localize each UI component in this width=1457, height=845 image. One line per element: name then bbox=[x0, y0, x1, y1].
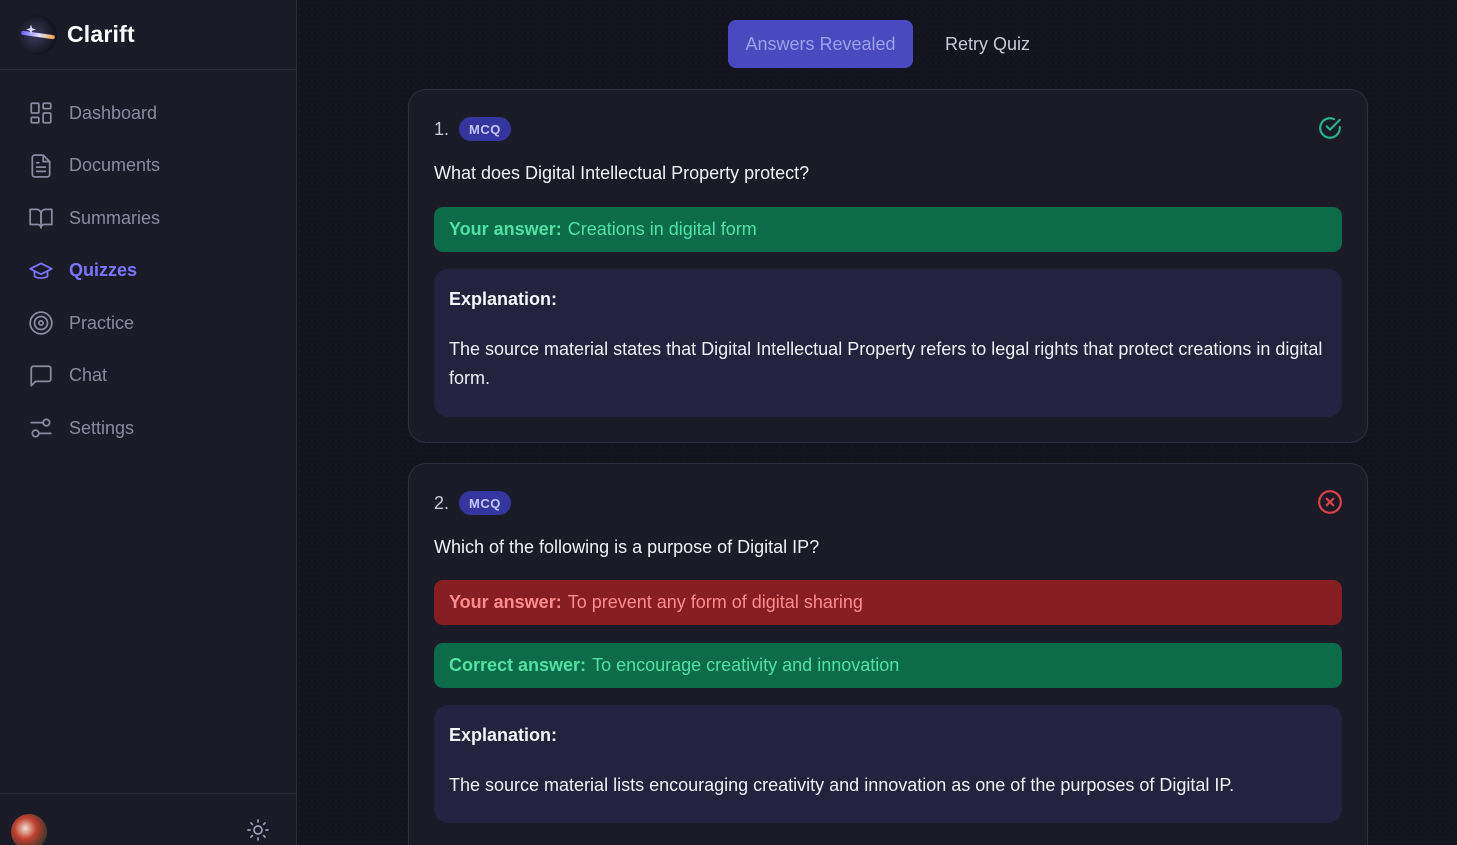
question-type-badge: MCQ bbox=[459, 491, 511, 515]
sidebar-item-label: Quizzes bbox=[69, 260, 138, 281]
sidebar-nav: Dashboard Documents Summaries Quizzes Pr… bbox=[0, 70, 296, 455]
question-card: 1. MCQ What does Digital Intellectual Pr… bbox=[408, 89, 1368, 443]
explanation-text: The source material lists encouraging cr… bbox=[449, 775, 1235, 795]
your-answer-label: Your answer: bbox=[449, 592, 562, 612]
sidebar-item-practice[interactable]: Practice bbox=[0, 297, 296, 350]
sidebar: Clarift Dashboard Documents Summaries Qu… bbox=[0, 0, 297, 845]
your-answer-value: To prevent any form of digital sharing bbox=[567, 592, 863, 612]
sidebar-item-label: Practice bbox=[69, 312, 135, 333]
sidebar-item-label: Dashboard bbox=[69, 102, 158, 123]
sidebar-item-chat[interactable]: Chat bbox=[0, 350, 296, 403]
question-type-badge: MCQ bbox=[459, 117, 511, 141]
correct-answer-box: Correct answer: To encourage creativity … bbox=[434, 643, 1342, 688]
theme-toggle-button[interactable] bbox=[246, 818, 270, 845]
avatar[interactable] bbox=[11, 814, 47, 845]
explanation-title: Explanation: bbox=[449, 725, 558, 745]
sidebar-item-dashboard[interactable]: Dashboard bbox=[0, 87, 296, 140]
question-number: 1. bbox=[434, 118, 450, 139]
graduation-cap-icon bbox=[28, 258, 54, 284]
brand[interactable]: Clarift bbox=[0, 0, 296, 70]
logo-icon bbox=[17, 14, 57, 55]
retry-quiz-button[interactable]: Retry Quiz bbox=[929, 20, 1046, 68]
question-text: What does Digital Intellectual Property … bbox=[434, 163, 810, 183]
x-circle-icon bbox=[1317, 489, 1343, 515]
quiz-toolbar: Answers Revealed Retry Quiz bbox=[728, 20, 1046, 68]
question-text: Which of the following is a purpose of D… bbox=[434, 537, 820, 557]
app-root: Clarift Dashboard Documents Summaries Qu… bbox=[0, 0, 1457, 845]
app-name: Clarift bbox=[67, 21, 135, 47]
sidebar-item-summaries[interactable]: Summaries bbox=[0, 192, 296, 245]
dashboard-icon bbox=[28, 100, 54, 126]
sidebar-item-label: Documents bbox=[69, 155, 161, 176]
sidebar-item-label: Settings bbox=[69, 417, 135, 438]
sliders-icon bbox=[28, 415, 54, 441]
sidebar-item-settings[interactable]: Settings bbox=[0, 402, 296, 455]
question-card: 2. MCQ Which of the following is a purpo… bbox=[408, 463, 1368, 845]
check-circle-icon bbox=[1317, 115, 1343, 141]
sidebar-item-label: Summaries bbox=[69, 207, 161, 228]
your-answer-box: Your answer: To prevent any form of digi… bbox=[434, 580, 1342, 625]
question-header: 1. MCQ bbox=[434, 117, 511, 141]
correct-answer-value: To encourage creativity and innovation bbox=[592, 655, 900, 675]
your-answer-value: Creations in digital form bbox=[567, 219, 757, 239]
book-icon bbox=[28, 205, 54, 231]
your-answer-box: Your answer: Creations in digital form bbox=[434, 207, 1342, 252]
sidebar-item-quizzes[interactable]: Quizzes bbox=[0, 245, 296, 298]
explanation-box: Explanation: The source material lists e… bbox=[434, 705, 1342, 823]
question-header: 2. MCQ bbox=[434, 491, 511, 515]
quiz-results-panel: Answers Revealed Retry Quiz 1. MCQ What … bbox=[297, 0, 1457, 845]
explanation-text: The source material states that Digital … bbox=[449, 339, 1323, 388]
sun-icon bbox=[246, 818, 270, 845]
document-icon bbox=[28, 153, 54, 179]
sidebar-footer bbox=[0, 793, 296, 845]
chat-icon bbox=[28, 363, 54, 389]
sidebar-item-label: Chat bbox=[69, 365, 108, 386]
sidebar-item-documents[interactable]: Documents bbox=[0, 140, 296, 193]
correct-answer-label: Correct answer: bbox=[449, 655, 587, 675]
answers-revealed-button[interactable]: Answers Revealed bbox=[728, 20, 913, 68]
explanation-title: Explanation: bbox=[449, 289, 558, 309]
your-answer-label: Your answer: bbox=[449, 219, 562, 239]
explanation-box: Explanation: The source material states … bbox=[434, 269, 1342, 417]
question-number: 2. bbox=[434, 492, 450, 513]
target-icon bbox=[28, 310, 54, 336]
